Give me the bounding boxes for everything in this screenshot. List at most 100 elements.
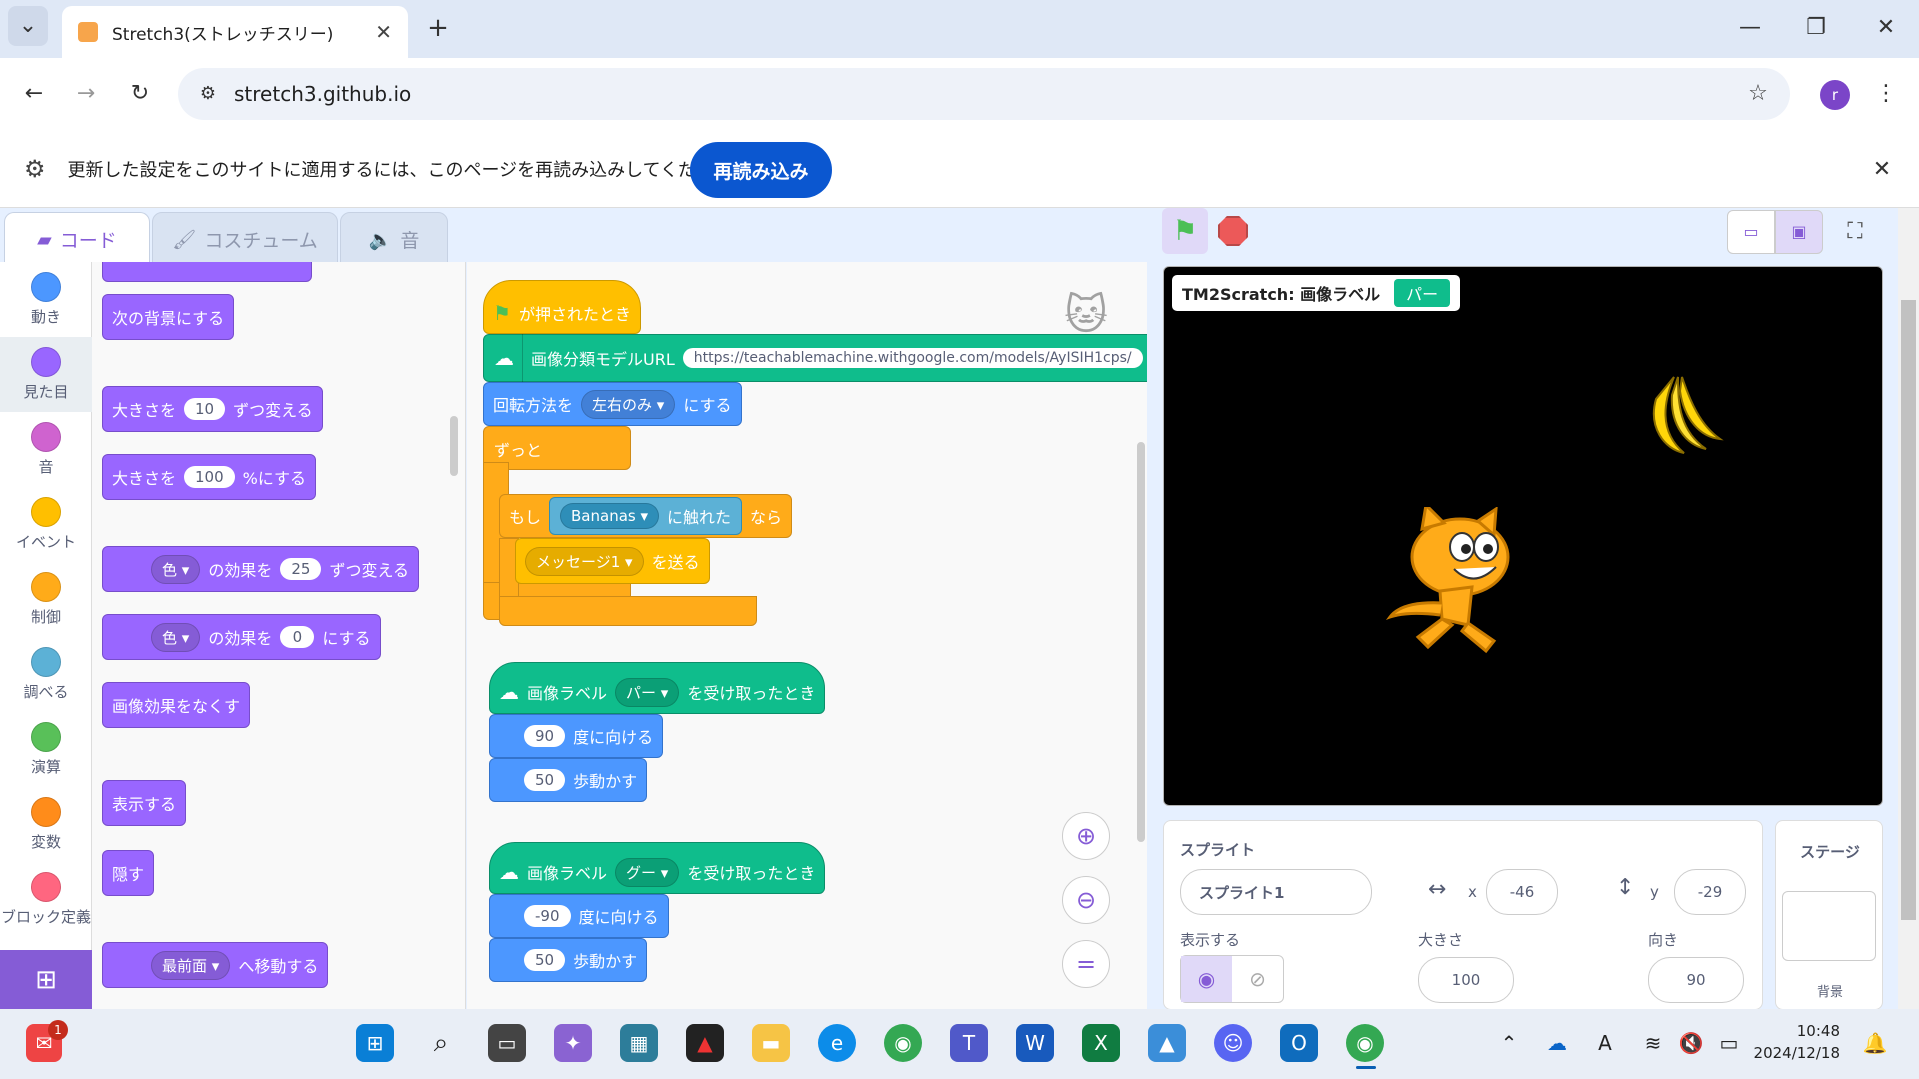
volume-mute-icon[interactable]: 🔇 [1672,1024,1710,1062]
outlook-icon[interactable]: O [1280,1024,1318,1062]
model-url-input[interactable]: https://teachablemachine.withgoogle.com/… [682,348,1143,368]
photos-icon[interactable]: ▲ [1148,1024,1186,1062]
clock-time[interactable]: 10:48 [1760,1022,1840,1040]
new-tab-icon[interactable]: + [418,8,458,48]
layer-dropdown[interactable]: 最前面 ▾ [151,950,231,980]
model-url-block[interactable]: ☁ 画像分類モデルURL https://teachablemachine.wi… [483,334,1147,382]
size-change-input[interactable]: 10 [184,398,226,420]
direction-input[interactable]: -90 [524,905,571,927]
next-backdrop-block[interactable]: 次の背景にする [102,294,235,340]
effect-set-input[interactable]: 0 [280,626,315,648]
touching-block[interactable]: Bananas ▾ に触れた [549,497,743,535]
effect-dropdown[interactable]: 色 ▾ [151,622,201,652]
category-item[interactable]: 音 [0,412,92,487]
move-steps-block-1[interactable]: 50 歩動かす [489,758,648,802]
flag-hat-block[interactable]: ⚑ が押されたとき [483,280,641,334]
minimize-icon[interactable]: — [1730,8,1770,48]
category-item[interactable]: イベント [0,487,92,562]
browser-tab[interactable]: Stretch3(ストレッチスリー) ✕ [62,6,408,58]
change-effect-block[interactable]: 色 ▾ の効果を 25 ずつ変える [102,546,419,592]
word-icon[interactable]: W [1016,1024,1054,1062]
tab-sounds[interactable]: 🔈 音 [340,212,448,266]
stage[interactable]: TM2Scratch: 画像ラベル パー [1163,266,1883,806]
restore-icon[interactable]: ❐ [1796,8,1836,48]
reload-icon[interactable]: ↻ [120,74,160,114]
point-direction-block-2[interactable]: -90 度に向ける [489,894,669,938]
large-stage-icon[interactable]: ▣ [1775,210,1823,254]
window-close-icon[interactable]: ✕ [1866,8,1906,48]
copilot-icon[interactable]: ✦ [554,1024,592,1062]
rotation-style-block[interactable]: 回転方法を 左右のみ ▾ にする [483,382,742,426]
zoom-out-icon[interactable]: ⊖ [1062,876,1110,924]
category-item[interactable]: 動き [0,262,92,337]
banana-sprite[interactable] [1634,371,1724,461]
small-stage-icon[interactable]: ▭ [1727,210,1775,254]
hidden-eye-icon[interactable]: ⊘ [1232,956,1283,1002]
info-bar-close-icon[interactable]: ✕ [1862,150,1902,190]
set-size-block[interactable]: 大きさを 100 %にする [102,454,317,500]
x-input[interactable]: -46 [1486,869,1558,915]
category-item[interactable]: 調べる [0,637,92,712]
page-scrollbar-thumb[interactable] [1901,300,1916,920]
set-effect-block[interactable]: 色 ▾ の効果を 0 にする [102,614,381,660]
size-input[interactable]: 100 [1418,957,1514,1003]
store-icon[interactable]: ▦ [620,1024,658,1062]
file-explorer-icon[interactable]: ▬ [752,1024,790,1062]
address-bar[interactable]: stretch3.github.io [178,68,1790,120]
tab-code[interactable]: ▰ コード [4,212,150,266]
change-size-block[interactable]: 大きさを 10 ずつ変える [102,386,323,432]
effect-dropdown[interactable]: 色 ▾ [151,554,201,584]
steps-input[interactable]: 50 [524,769,566,791]
label-received-hat-1[interactable]: ☁ 画像ラベル パー ▾ を受け取ったとき [489,662,826,714]
direction-input[interactable]: 90 [524,725,566,747]
forward-icon[interactable]: → [66,74,106,114]
back-icon[interactable]: ← [14,74,54,114]
chrome-profile-icon[interactable]: ◉ [1346,1024,1384,1062]
discord-icon[interactable]: ☺ [1214,1024,1252,1062]
rotation-dropdown[interactable]: 左右のみ ▾ [581,389,676,419]
task-view-icon[interactable]: ▭ [488,1024,526,1062]
if-block[interactable]: もし Bananas ▾ に触れた なら [499,494,793,538]
touching-dropdown[interactable]: Bananas ▾ [560,503,660,529]
zoom-in-icon[interactable]: ⊕ [1062,812,1110,860]
chevron-up-icon[interactable]: ⌃ [1490,1024,1528,1062]
steps-input[interactable]: 50 [524,949,566,971]
site-info-icon[interactable]: ⚙ [188,74,228,114]
size-set-input[interactable]: 100 [184,466,235,488]
point-direction-block-1[interactable]: 90 度に向ける [489,714,664,758]
notification-bell-icon[interactable]: 🔔 [1856,1024,1894,1062]
search-icon[interactable]: ⌕ [422,1024,460,1062]
zoom-reset-icon[interactable]: = [1062,940,1110,988]
hide-block[interactable]: 隠す [102,850,155,896]
profile-avatar[interactable]: r [1820,80,1850,110]
fullscreen-icon[interactable]: ⛶ [1832,210,1878,254]
label-dropdown[interactable]: パー ▾ [615,677,680,707]
teams-icon[interactable]: T [950,1024,988,1062]
clear-effects-block[interactable]: 画像効果をなくす [102,682,251,728]
stage-thumbnail[interactable] [1782,891,1876,961]
stop-icon[interactable] [1218,216,1248,246]
category-item[interactable]: 見た目 [0,337,92,412]
label-dropdown[interactable]: グー ▾ [615,857,680,887]
tab-close-icon[interactable]: ✕ [375,20,392,44]
onedrive-icon[interactable]: ☁ [1538,1024,1576,1062]
tab-costumes[interactable]: 🖌 コスチューム [152,212,338,266]
reload-page-button[interactable]: 再読み込み [690,142,832,198]
wifi-icon[interactable]: ≋ [1634,1024,1672,1062]
palette-block-cut[interactable] [102,262,312,282]
menu-kebab-icon[interactable]: ⋮ [1866,74,1906,114]
excel-icon[interactable]: X [1082,1024,1120,1062]
chrome-icon[interactable]: ◉ [884,1024,922,1062]
cat-sprite[interactable] [1382,507,1522,657]
script-scrollbar[interactable] [1137,442,1145,842]
y-input[interactable]: -29 [1674,869,1746,915]
stage-panel[interactable]: ステージ 背景 [1775,820,1883,1010]
category-item[interactable]: 演算 [0,712,92,787]
direction-input[interactable]: 90 [1648,957,1744,1003]
category-item[interactable]: 制御 [0,562,92,637]
clock-date[interactable]: 2024/12/18 [1740,1044,1840,1062]
broadcast-block[interactable]: メッセージ1 ▾ を送る [515,538,710,584]
add-extension-button[interactable]: ⊞ [0,950,92,1010]
palette-scrollbar[interactable] [450,416,458,476]
windows-start-icon[interactable]: ⊞ [356,1024,394,1062]
